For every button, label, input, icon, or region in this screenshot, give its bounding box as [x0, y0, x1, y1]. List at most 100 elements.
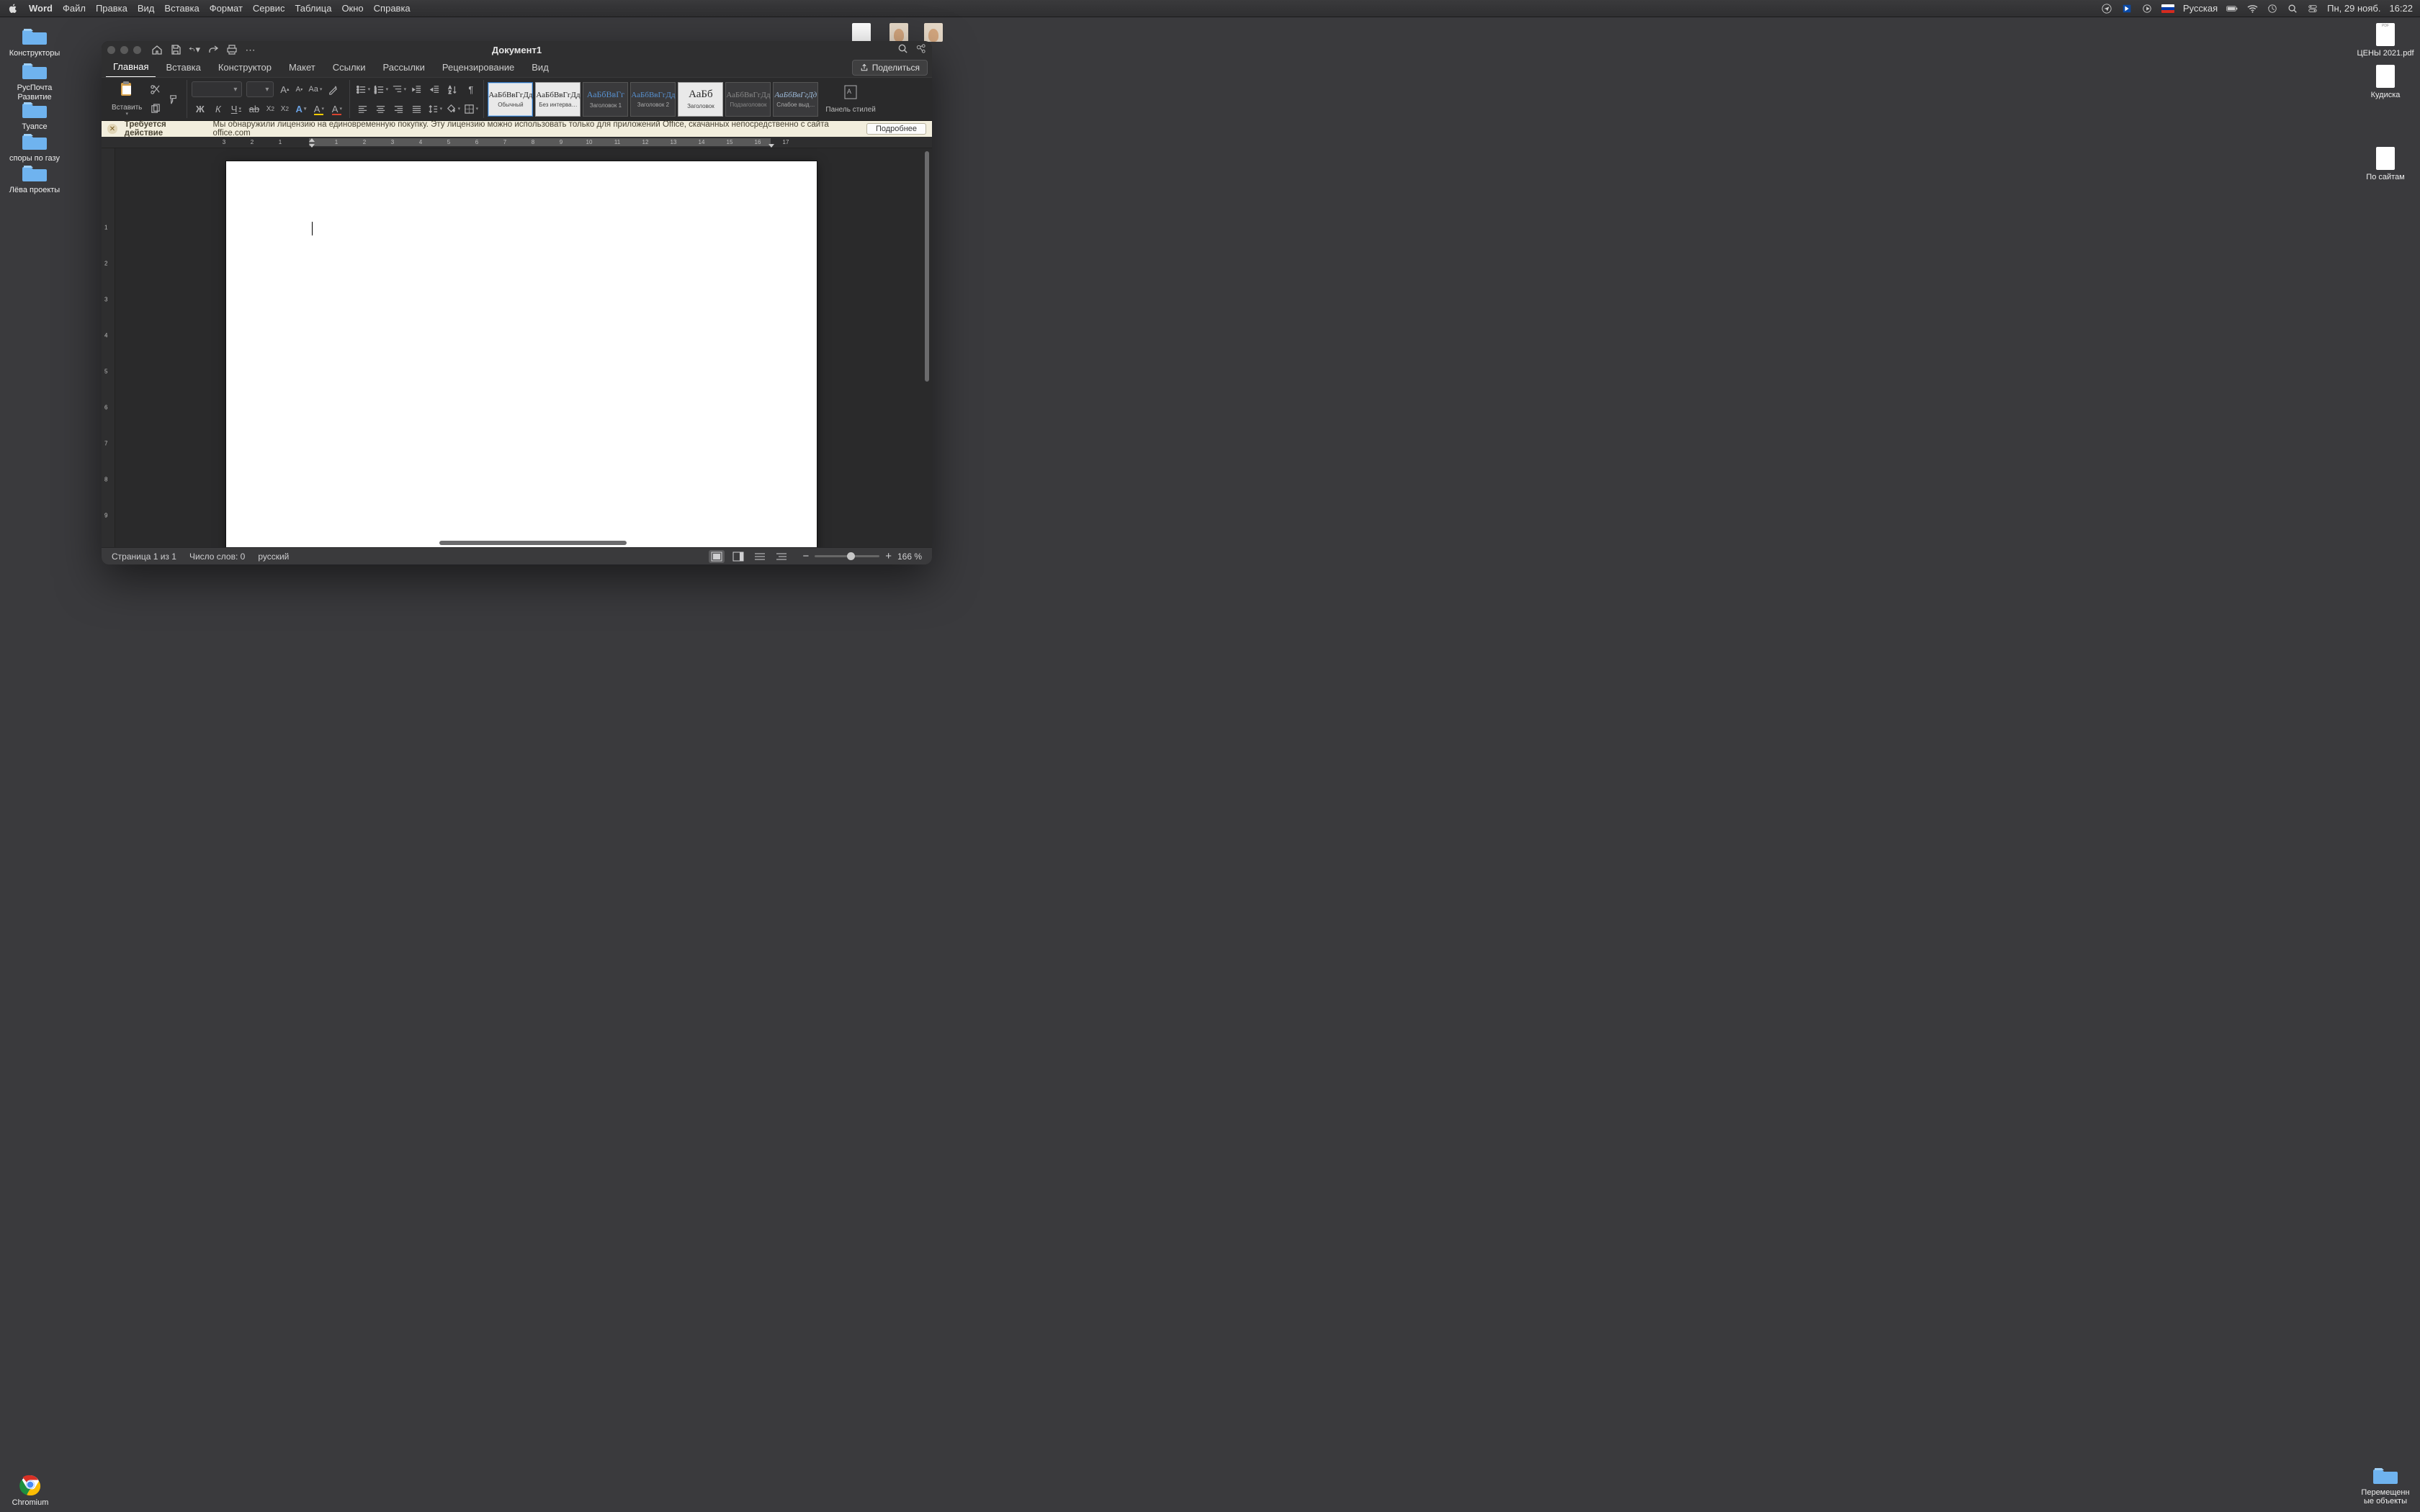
- style-no-spacing[interactable]: АаБбВвГгДдБез интерва…: [535, 82, 581, 117]
- desktop-folder[interactable]: Перемещенн ые объекты: [2357, 1465, 2414, 1506]
- borders-icon[interactable]: ▾: [462, 101, 479, 117]
- style-subtitle[interactable]: АаБбВвГгДдПодзаголовок: [725, 82, 771, 117]
- tab-review[interactable]: Рецензирование: [435, 59, 521, 77]
- tab-insert[interactable]: Вставка: [158, 59, 207, 77]
- paste-button[interactable]: Вставить ▾: [109, 81, 145, 117]
- tab-home[interactable]: Главная: [106, 58, 156, 78]
- horizontal-ruler[interactable]: 3211234567891011121314151617: [102, 137, 932, 148]
- menubar-time[interactable]: 16:22: [2389, 3, 2413, 14]
- highlight-icon[interactable]: A▾: [310, 101, 327, 117]
- print-icon[interactable]: [226, 44, 238, 55]
- desktop-folder[interactable]: Лёва проекты: [6, 163, 63, 195]
- view-print-layout-icon[interactable]: [709, 550, 725, 563]
- menu-tools[interactable]: Сервис: [253, 3, 285, 14]
- view-web-icon[interactable]: [752, 550, 768, 563]
- input-language[interactable]: Русская: [2183, 3, 2218, 14]
- style-normal[interactable]: АаБбВвГгДдОбычный: [488, 82, 533, 117]
- subscript-icon[interactable]: X2: [264, 101, 277, 117]
- menu-file[interactable]: Файл: [63, 3, 86, 14]
- copy-icon[interactable]: [147, 101, 163, 117]
- view-outline-icon[interactable]: [774, 550, 789, 563]
- control-center-icon[interactable]: [2307, 3, 2318, 14]
- desktop-folder[interactable]: Конструкторы: [6, 26, 63, 58]
- status-page[interactable]: Страница 1 из 1: [112, 552, 176, 562]
- font-name-combo[interactable]: ▾: [192, 81, 242, 97]
- zoom-value[interactable]: 166 %: [897, 552, 922, 562]
- menu-window[interactable]: Окно: [341, 3, 363, 14]
- multilevel-list-icon[interactable]: ▾: [390, 81, 407, 97]
- wifi-icon[interactable]: [2246, 3, 2258, 14]
- font-size-combo[interactable]: ▾: [246, 81, 274, 97]
- shrink-font-icon[interactable]: A▾: [292, 81, 305, 97]
- increase-indent-icon[interactable]: [426, 81, 443, 97]
- telegram-tray-icon[interactable]: [2101, 3, 2112, 14]
- undo-icon[interactable]: ▾: [189, 44, 200, 55]
- style-subtle-emph[interactable]: АаБбВвГгДдСлабое выд…: [773, 82, 818, 117]
- superscript-icon[interactable]: X2: [278, 101, 291, 117]
- cut-icon[interactable]: [147, 81, 163, 97]
- minimize-button[interactable]: [120, 46, 128, 54]
- page[interactable]: [226, 161, 817, 547]
- tab-design[interactable]: Конструктор: [211, 59, 279, 77]
- align-center-icon[interactable]: [372, 101, 389, 117]
- bold-icon[interactable]: Ж: [192, 101, 208, 117]
- first-line-indent-marker[interactable]: [309, 138, 315, 142]
- now-playing-icon[interactable]: [2141, 3, 2153, 14]
- desktop-file[interactable]: Кудиска: [2357, 65, 2414, 100]
- clear-format-icon[interactable]: [325, 81, 341, 97]
- apple-icon[interactable]: [7, 3, 19, 14]
- font-color-icon[interactable]: A▾: [328, 101, 345, 117]
- right-indent-marker[interactable]: [768, 144, 774, 148]
- save-icon[interactable]: [170, 44, 182, 55]
- status-words[interactable]: Число слов: 0: [189, 552, 245, 562]
- app-tray-2-icon[interactable]: [2121, 3, 2133, 14]
- close-button[interactable]: [107, 46, 115, 54]
- status-lang[interactable]: русский: [258, 552, 289, 562]
- italic-icon[interactable]: К: [210, 101, 226, 117]
- activity-icon[interactable]: [915, 43, 926, 57]
- menu-view[interactable]: Вид: [138, 3, 155, 14]
- numbering-icon[interactable]: 123▾: [372, 81, 389, 97]
- vertical-scrollbar[interactable]: [923, 151, 930, 544]
- home-icon[interactable]: [151, 44, 163, 55]
- align-right-icon[interactable]: [390, 101, 407, 117]
- redo-icon[interactable]: [207, 44, 219, 55]
- bullets-icon[interactable]: ▾: [354, 81, 371, 97]
- styles-pane-button[interactable]: A Панель стилей: [823, 84, 878, 114]
- grow-font-icon[interactable]: A▴: [278, 81, 291, 97]
- line-spacing-icon[interactable]: ▾: [426, 101, 443, 117]
- desktop-folder[interactable]: РусПочта Развитие: [6, 60, 63, 102]
- tab-references[interactable]: Ссылки: [326, 59, 373, 77]
- spotlight-icon[interactable]: [2287, 3, 2298, 14]
- battery-icon[interactable]: [2226, 3, 2238, 14]
- decrease-indent-icon[interactable]: [408, 81, 425, 97]
- timemachine-icon[interactable]: [2267, 3, 2278, 14]
- style-heading2[interactable]: АаБбВвГгДдЗаголовок 2: [630, 82, 676, 117]
- menu-help[interactable]: Справка: [374, 3, 411, 14]
- zoom-slider[interactable]: [815, 555, 879, 557]
- qat-more-icon[interactable]: ⋯: [245, 44, 256, 55]
- search-icon[interactable]: [897, 43, 908, 57]
- show-marks-icon[interactable]: ¶: [462, 81, 479, 97]
- text-effects-icon[interactable]: A▾: [292, 101, 309, 117]
- shading-icon[interactable]: ▾: [444, 101, 461, 117]
- banner-close-icon[interactable]: ✕: [107, 124, 117, 134]
- desktop-app-chromium[interactable]: Chromium: [1, 1474, 59, 1508]
- style-title[interactable]: АаБбЗаголовок: [678, 82, 723, 117]
- tab-view[interactable]: Вид: [524, 59, 556, 77]
- desktop-file[interactable]: ЦЕНЫ 2021.pdf: [2357, 23, 2414, 58]
- banner-more-button[interactable]: Подробнее: [866, 123, 926, 135]
- tab-mailings[interactable]: Рассылки: [376, 59, 432, 77]
- menubar-date[interactable]: Пн, 29 нояб.: [2327, 3, 2380, 14]
- horizontal-scrollbar[interactable]: [130, 539, 920, 546]
- sort-icon[interactable]: AZ: [444, 81, 461, 97]
- desktop-file[interactable]: По сайтам: [2357, 147, 2414, 182]
- align-justify-icon[interactable]: [408, 101, 425, 117]
- view-focus-icon[interactable]: [730, 550, 746, 563]
- document-canvas[interactable]: [115, 148, 932, 547]
- titlebar[interactable]: ▾ ⋯ Документ1: [102, 41, 932, 58]
- desktop-folder[interactable]: споры по газу: [6, 131, 63, 163]
- desktop-folder[interactable]: Туапсе: [6, 99, 63, 132]
- format-painter-icon[interactable]: [166, 91, 182, 107]
- app-name[interactable]: Word: [29, 3, 53, 14]
